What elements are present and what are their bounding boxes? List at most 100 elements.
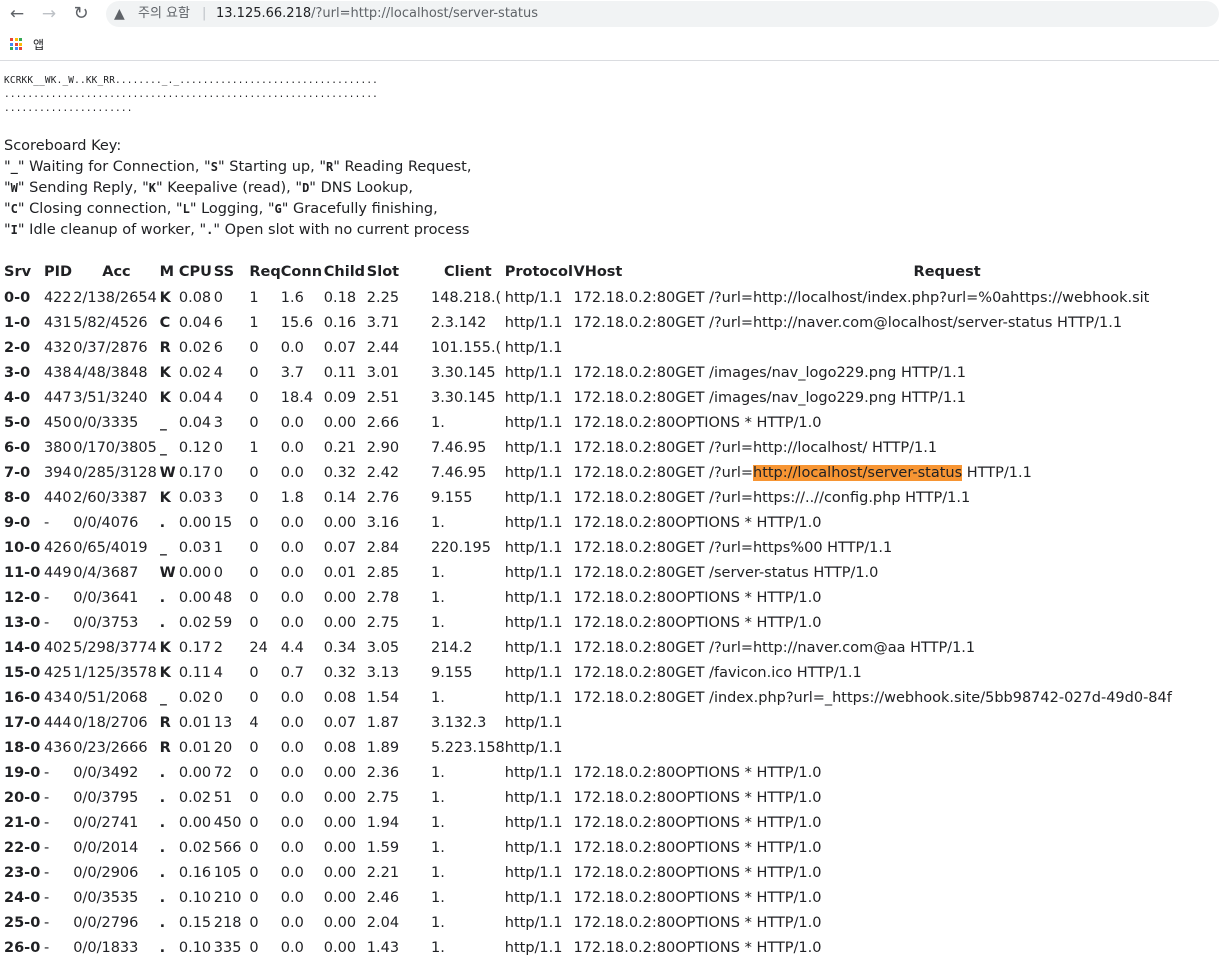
url-text[interactable]: 13.125.66.218/?url=http://localhost/serv… xyxy=(216,5,538,23)
cell-conn: 0.0 xyxy=(280,764,304,781)
table-row: 24-0- 0/0/3535. 0.10 210 0 0.0 0.00 2.46 .1 http/… xyxy=(4,885,1219,910)
cell-protocol: http/1.1 xyxy=(504,389,563,406)
cell-ss: 3 xyxy=(213,489,224,506)
cell-ss: 450 xyxy=(213,814,242,831)
warning-triangle-icon[interactable]: ▲ xyxy=(114,4,125,24)
cell-cpu: 0.02 xyxy=(178,339,212,356)
cell-ss: 210 xyxy=(213,889,242,906)
cell-mode: R xyxy=(159,739,171,756)
status-code: G xyxy=(274,202,282,216)
cell-acc: 3/51/3240 xyxy=(73,389,148,406)
cell-pid: - xyxy=(43,864,50,881)
cell-vhost xyxy=(573,710,675,735)
cell-ss: 1 xyxy=(213,539,224,556)
cell-conn: 0.0 xyxy=(280,689,304,706)
cell-client: 7.46.95 xyxy=(430,439,487,456)
cell-slot: 1.59 xyxy=(366,839,400,856)
cell-req: 0 xyxy=(249,514,259,531)
url-separator: | xyxy=(202,6,207,21)
cell-cpu: 0.01 xyxy=(178,714,212,731)
cell-client: .1 xyxy=(430,564,445,581)
table-row: 13-0- 0/0/3753. 0.02 59 0 0.0 0.00 2.75 .1 http/1… xyxy=(4,610,1219,635)
cell-protocol: http/1.1 xyxy=(504,414,563,431)
scoreboard: KCRKK__WK._W..KK_RR........_._..........… xyxy=(4,74,1219,116)
cell-protocol: http/1.1 xyxy=(504,439,563,456)
reload-icon[interactable]: ↻ xyxy=(70,3,92,25)
cell-srv: 3-0 xyxy=(4,364,31,381)
cell-ss: 105 xyxy=(213,864,242,881)
cell-req: 0 xyxy=(249,414,259,431)
scoreboard-line: ...................... xyxy=(4,103,133,114)
cell-slot: 2.21 xyxy=(366,864,400,881)
column-header-pid: PID xyxy=(43,264,73,280)
cell-client: 2.3.142 xyxy=(430,314,487,331)
address-bar[interactable]: ▲ 주의 요함 | 13.125.66.218/?url=http://loca… xyxy=(106,1,1219,27)
apps-grid-dot xyxy=(14,42,18,46)
cell-mode: W xyxy=(159,464,176,481)
cell-pid: 444 xyxy=(43,714,72,731)
cell-acc: 5/82/4526 xyxy=(73,314,148,331)
table-row: 6-0 380 0/170/3805 _ 0.12 0 1 0.0 0.21 2.90 7.46.9… xyxy=(4,435,1219,460)
back-arrow-icon[interactable]: ← xyxy=(6,3,28,25)
table-row: 25-0- 0/0/2796. 0.15 218 0 0.0 0.00 2.04 .1 http/… xyxy=(4,910,1219,935)
cell-pid: 394 xyxy=(43,464,72,481)
cell-conn: 0.0 xyxy=(280,889,304,906)
cell-pid: 450 xyxy=(43,414,72,431)
cell-acc: 0/0/4076 xyxy=(73,514,139,531)
status-code: C xyxy=(10,202,18,216)
cell-req: 0 xyxy=(249,589,259,606)
apps-bookmark-label[interactable]: 앱 xyxy=(33,36,44,53)
status-code: . xyxy=(206,223,214,237)
cell-pid: 422 xyxy=(43,289,72,306)
apps-grid-dot xyxy=(19,38,22,41)
cell-request: OPTIONS * HTTP/1.0 xyxy=(675,914,822,931)
cell-ss: 59 xyxy=(213,614,233,631)
cell-client: .1 xyxy=(430,589,445,606)
cell-child: 0.01 xyxy=(323,564,357,581)
cell-srv: 11-0 xyxy=(4,564,41,581)
cell-client: .1 xyxy=(430,764,445,781)
cell-conn: 0.0 xyxy=(280,539,304,556)
status-description: Sending Reply, xyxy=(24,180,143,196)
cell-pid: 447 xyxy=(43,389,72,406)
cell-child: 0.07 xyxy=(323,339,357,356)
cell-vhost: 172.18.0.2:80 xyxy=(573,439,676,456)
table-row: 8-0 440 2/60/3387 K 0.03 3 0 1.8 0.14 2.76 9.155 ht… xyxy=(4,485,1219,510)
cell-child: 0.14 xyxy=(323,489,357,506)
cell-slot: 3.16 xyxy=(366,514,400,531)
cell-client: 3.30.145 xyxy=(430,389,496,406)
status-code: L xyxy=(182,202,190,216)
cell-client: .1 xyxy=(430,814,445,831)
cell-req: 1 xyxy=(249,289,259,306)
cell-child: 0.08 xyxy=(323,689,357,706)
cell-child: 0.00 xyxy=(323,889,357,906)
cell-srv: 22-0 xyxy=(4,839,41,856)
cell-acc: 0/170/3805 xyxy=(73,439,157,456)
table-row: 21-0-0/0/2741. 0.00 450 0 0.0 0.00 1.94.1 http/… xyxy=(4,810,1219,835)
status-code: I xyxy=(10,223,18,237)
apps-grid-icon[interactable] xyxy=(10,38,22,50)
cell-client: ).101.155 xyxy=(430,339,502,356)
forward-arrow-icon[interactable]: → xyxy=(38,3,60,25)
cell-pid: 426 xyxy=(43,539,72,556)
cell-child: 0.00 xyxy=(323,814,357,831)
cell-mode: K xyxy=(159,639,171,656)
cell-mode: K xyxy=(159,664,171,681)
cell-srv: 1-0 xyxy=(4,314,31,331)
cell-cpu: 0.15 xyxy=(178,914,212,931)
cell-protocol: http/1.1 xyxy=(504,514,563,531)
table-header-row: Srv PID Acc M CPU SS Req Conn Child Slot Client Pro… xyxy=(4,259,1219,285)
cell-req: 0 xyxy=(249,839,259,856)
cell-slot: 2.90 xyxy=(366,439,400,456)
scoreboard-key-title: Scoreboard Key: xyxy=(4,138,122,154)
cell-acc: 0/23/2666 xyxy=(73,739,148,756)
cell-vhost: 172.18.0.2:80 xyxy=(573,539,676,556)
url-path: /?url=http://localhost/server-status xyxy=(311,6,538,21)
cell-protocol: http/1.1 xyxy=(504,614,563,631)
cell-protocol: http/1.1 xyxy=(504,539,563,556)
cell-mode: _ xyxy=(159,414,167,431)
cell-cpu: 0.04 xyxy=(178,314,212,331)
apps-grid-dot xyxy=(10,47,13,50)
cell-cpu: 0.02 xyxy=(178,364,212,381)
security-status-label[interactable]: 주의 요함 xyxy=(138,5,190,23)
